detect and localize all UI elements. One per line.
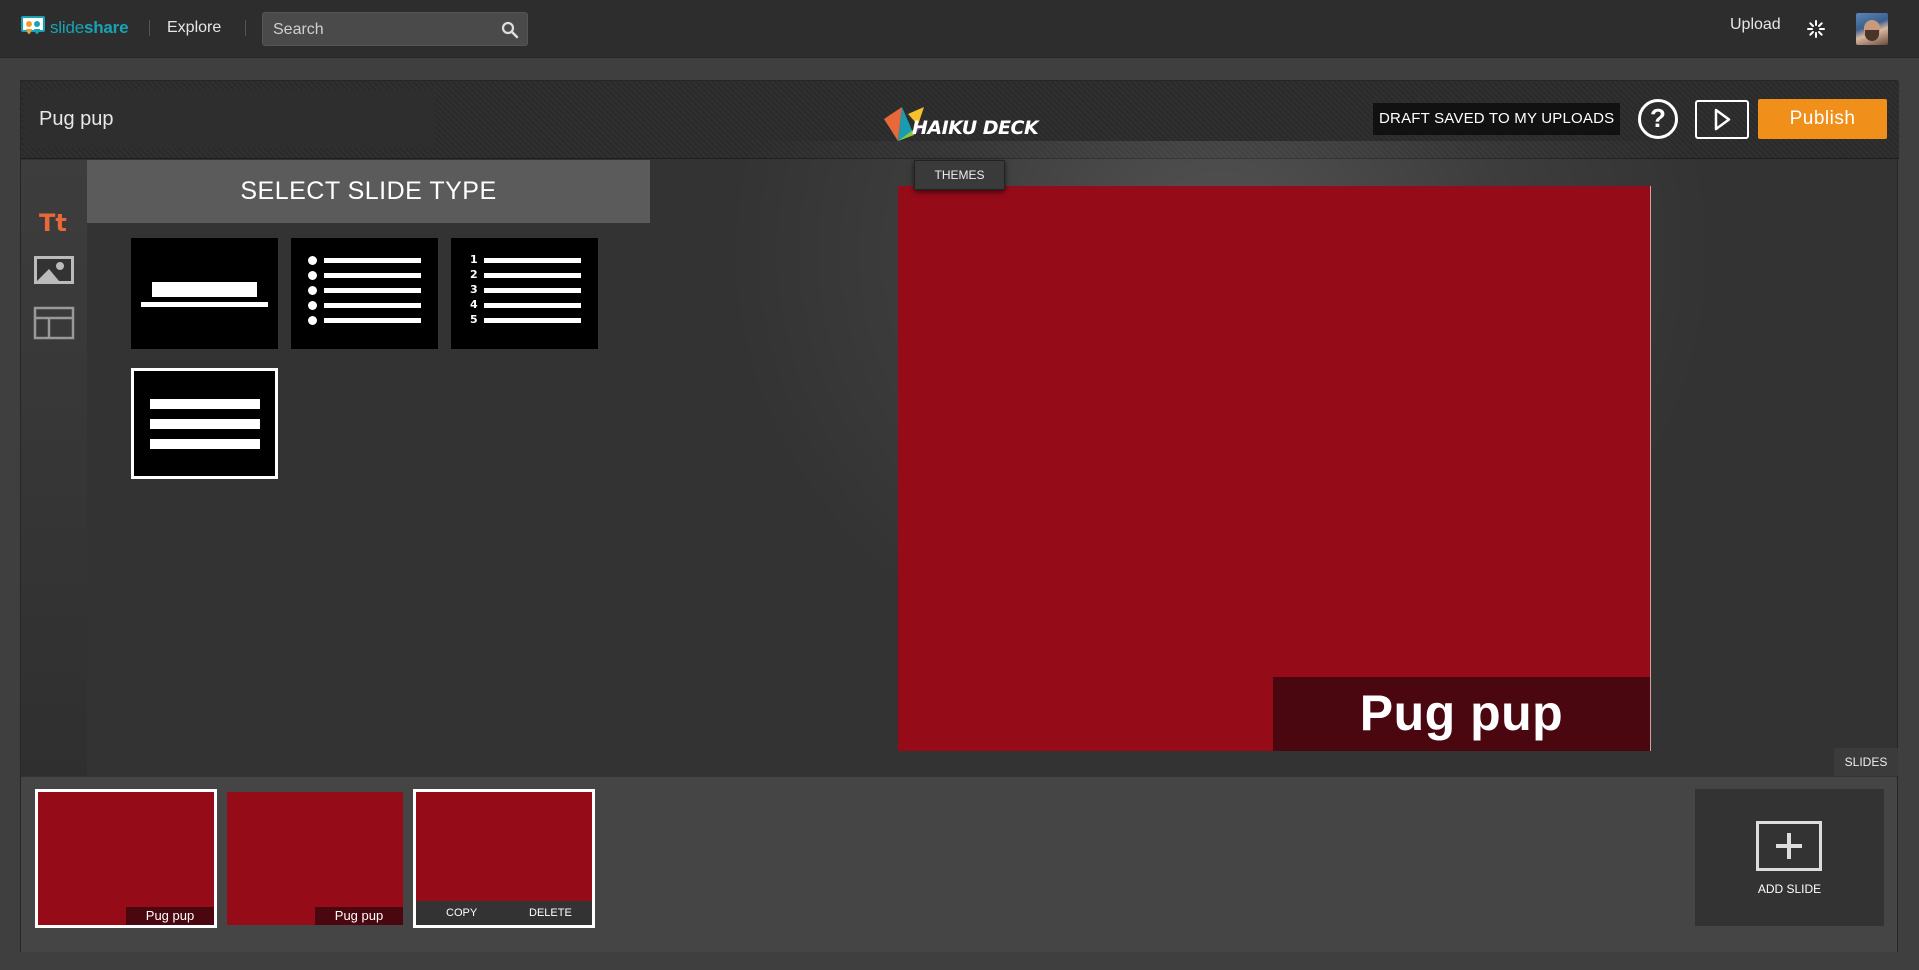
thumbnail-caption: Pug pup (126, 907, 214, 925)
bullet-line (324, 273, 421, 278)
numbered-line (484, 303, 581, 308)
layout-icon[interactable] (33, 306, 75, 340)
haiku-deck-wordmark: HAIKU DECK (912, 117, 1039, 139)
play-icon (1714, 108, 1731, 131)
copy-slide-button[interactable]: COPY (446, 907, 477, 919)
play-button[interactable] (1695, 100, 1749, 139)
search-input[interactable] (273, 20, 493, 40)
slide-type-bullets[interactable] (291, 238, 438, 349)
select-slide-type-heading: SELECT SLIDE TYPE (87, 160, 650, 223)
subtitle-bar (141, 302, 268, 307)
haiku-deck-editor: HAIKU DECK DRAFT SAVED TO MY UPLOADS ? P… (20, 80, 1899, 952)
svg-text:Tt: Tt (39, 209, 67, 237)
slide-thumbnail[interactable]: Pug pup (224, 789, 406, 928)
loading-spinner-icon (1807, 20, 1825, 38)
user-avatar[interactable] (1856, 13, 1888, 45)
numbered-line (484, 318, 581, 323)
search-icon[interactable] (501, 21, 519, 39)
slide-type-paragraph[interactable] (131, 368, 278, 479)
bullet-dot (308, 286, 317, 295)
thumbnail-actions: COPY DELETE (416, 901, 592, 925)
bullet-line (324, 318, 421, 323)
publish-button[interactable]: Publish (1758, 99, 1887, 139)
top-navigation-bar: slideshare Explore Upload (0, 0, 1919, 58)
bullet-dot (308, 271, 317, 280)
paragraph-line (150, 439, 260, 449)
list-number: 5 (470, 313, 478, 326)
avatar-beard (1865, 30, 1879, 41)
slide-canvas[interactable]: Pug pup (898, 186, 1651, 751)
list-number: 4 (470, 298, 478, 311)
numbered-line (484, 258, 581, 263)
add-slide-label: ADD SLIDE (1757, 882, 1822, 896)
bullet-dot (308, 316, 317, 325)
numbered-line (484, 273, 581, 278)
thumbnail-background: Pug pup (38, 792, 214, 925)
slide-thumbnail[interactable]: COPY DELETE (413, 789, 595, 928)
bullet-dot (308, 256, 317, 265)
logo-text-suffix: share (83, 18, 129, 37)
help-button[interactable]: ? (1638, 99, 1678, 139)
thumbnail-caption: Pug pup (315, 907, 403, 925)
image-icon[interactable] (33, 254, 75, 288)
slide-type-title[interactable] (131, 238, 278, 349)
themes-tab[interactable]: THEMES (914, 160, 1005, 190)
bullet-line (324, 288, 421, 293)
slide-type-numbered[interactable]: 1 2 3 4 5 (451, 238, 598, 349)
search-box (262, 12, 528, 46)
logo-text-prefix: slide (50, 18, 84, 37)
slide-caption[interactable]: Pug pup (1273, 677, 1650, 751)
add-slide-button[interactable]: ADD SLIDE (1695, 789, 1884, 926)
haiku-deck-logo: HAIKU DECK (874, 89, 1054, 149)
slides-tray: Pug pup Pug pup COPY DELETE ADD SLIDE (21, 776, 1897, 952)
paragraph-line (150, 419, 260, 429)
thumbnail-background: Pug pup (227, 792, 403, 925)
numbered-line (484, 288, 581, 293)
bullet-dot (308, 301, 317, 310)
slideshare-logo[interactable]: slideshare (20, 15, 129, 41)
slideshare-logo-icon (21, 16, 45, 34)
list-number: 1 (470, 253, 478, 266)
list-number: 2 (470, 268, 478, 281)
list-number: 3 (470, 283, 478, 296)
text-icon[interactable]: Tt (33, 204, 75, 238)
slide-thumbnail[interactable]: Pug pup (35, 789, 217, 928)
upload-link[interactable]: Upload (1730, 16, 1781, 34)
deck-title-input[interactable] (25, 90, 435, 148)
thumbnail-background: COPY DELETE (416, 792, 592, 925)
divider (149, 20, 150, 36)
bullet-line (324, 303, 421, 308)
bullet-line (324, 258, 421, 263)
divider (245, 20, 246, 36)
delete-slide-button[interactable]: DELETE (529, 907, 572, 919)
tool-rail: Tt (21, 160, 87, 780)
plus-icon (1756, 821, 1822, 871)
title-bar (152, 282, 257, 297)
explore-link[interactable]: Explore (167, 19, 221, 37)
slides-tab[interactable]: SLIDES (1834, 748, 1898, 776)
paragraph-line (150, 399, 260, 409)
draft-status: DRAFT SAVED TO MY UPLOADS (1373, 103, 1621, 135)
